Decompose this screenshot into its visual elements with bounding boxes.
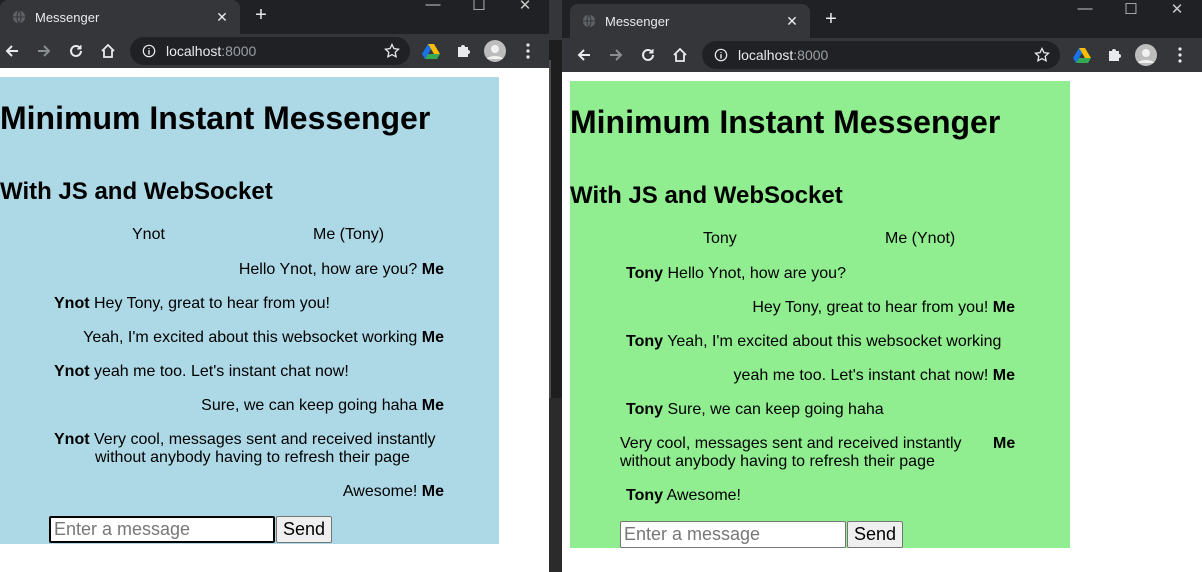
page-title: Minimum Instant Messenger [0, 100, 431, 136]
tab-strip: Messenger ✕ + — ☐ ✕ [562, 0, 1202, 38]
message-row: Ynot Very cool, messages sent and receiv… [54, 431, 436, 466]
minimize-icon[interactable]: — [410, 0, 456, 14]
message-row: Sure, we can keep going haha Me [201, 397, 444, 414]
message-row: Tony Awesome! [626, 487, 741, 504]
tab-messenger[interactable]: Messenger ✕ [570, 4, 810, 38]
browser-toolbar: localhost:8000 [0, 34, 549, 68]
extensions-puzzle-icon[interactable] [1103, 44, 1125, 66]
extensions-puzzle-icon[interactable] [452, 40, 474, 62]
browser-window-right: Messenger ✕ + — ☐ ✕ localhost:8000 Minim… [562, 0, 1202, 572]
page-subtitle: With JS and WebSocket [0, 178, 273, 205]
bookmark-star-icon[interactable] [1034, 47, 1050, 63]
menu-kebab-icon[interactable] [1169, 44, 1191, 66]
send-button[interactable]: Send [847, 521, 904, 548]
maximize-icon[interactable]: ☐ [456, 0, 502, 14]
maximize-icon[interactable]: ☐ [1108, 0, 1154, 18]
tab-messenger[interactable]: Messenger ✕ [0, 0, 240, 34]
message-row: Yeah, I'm excited about this websocket w… [83, 329, 444, 346]
column-header-other: Tony [703, 230, 737, 247]
message-row: Tony Hello Ynot, how are you? [626, 265, 846, 282]
forward-icon[interactable] [604, 43, 628, 67]
forward-icon[interactable] [32, 39, 56, 63]
page-title: Minimum Instant Messenger [570, 104, 1001, 140]
message-row: Hello Ynot, how are you? Me [238, 261, 444, 278]
message-row: Very cool, messages sent and received in… [620, 435, 1016, 470]
address-bar[interactable]: localhost:8000 [702, 41, 1060, 69]
window-controls: — ☐ ✕ [410, 0, 548, 14]
message-input[interactable] [620, 521, 846, 548]
browser-toolbar: localhost:8000 [562, 38, 1202, 72]
column-header-me: Me (Tony) [313, 226, 385, 243]
window-controls: — ☐ ✕ [1062, 0, 1200, 18]
close-window-icon[interactable]: ✕ [502, 0, 548, 14]
globe-icon [582, 14, 596, 28]
minimize-icon[interactable]: — [1062, 0, 1108, 18]
message-row: Ynot yeah me too. Let's instant chat now… [54, 363, 349, 380]
url-text: localhost:8000 [166, 43, 257, 59]
back-icon[interactable] [0, 39, 24, 63]
new-tab-icon[interactable]: + [821, 9, 841, 29]
compose-row: Send [620, 521, 904, 548]
compose-row: Send [49, 516, 333, 543]
message-row: Tony Yeah, I'm excited about this websoc… [626, 333, 1002, 350]
reload-icon[interactable] [636, 43, 660, 67]
google-drive-icon[interactable] [420, 40, 442, 62]
close-tab-icon[interactable]: ✕ [782, 13, 802, 30]
home-icon[interactable] [96, 39, 120, 63]
info-icon[interactable] [142, 44, 156, 58]
info-icon[interactable] [714, 48, 728, 62]
browser-window-left: Messenger ✕ + — ☐ ✕ localhost:8000 Minim… [0, 0, 549, 572]
message-row: Ynot Hey Tony, great to hear from you! [54, 295, 330, 312]
tab-title: Messenger [605, 13, 670, 29]
close-tab-icon[interactable]: ✕ [212, 9, 232, 26]
column-header-me: Me (Ynot) [885, 230, 956, 247]
close-window-icon[interactable]: ✕ [1154, 0, 1200, 18]
menu-kebab-icon[interactable] [517, 40, 539, 62]
messenger-page: Minimum Instant Messenger With JS and We… [0, 77, 499, 544]
globe-icon [12, 10, 26, 24]
tab-title: Messenger [35, 9, 100, 25]
google-drive-icon[interactable] [1071, 44, 1093, 66]
reload-icon[interactable] [64, 39, 88, 63]
message-row: Hey Tony, great to hear from you! Me [752, 299, 1015, 316]
profile-avatar[interactable] [484, 40, 506, 62]
back-icon[interactable] [572, 43, 596, 67]
column-header-other: Ynot [132, 226, 165, 243]
page-subtitle: With JS and WebSocket [570, 182, 843, 209]
new-tab-icon[interactable]: + [251, 5, 271, 25]
send-button[interactable]: Send [276, 516, 333, 543]
address-bar[interactable]: localhost:8000 [130, 37, 410, 65]
bookmark-star-icon[interactable] [384, 43, 400, 59]
message-input[interactable] [49, 516, 275, 543]
profile-avatar[interactable] [1135, 44, 1157, 66]
messenger-page: Minimum Instant Messenger With JS and We… [570, 81, 1070, 548]
background-window-strip [549, 0, 562, 572]
tab-strip: Messenger ✕ + — ☐ ✕ [0, 0, 549, 34]
message-row: Awesome! Me [342, 483, 444, 500]
home-icon[interactable] [668, 43, 692, 67]
message-row: Tony Sure, we can keep going haha [626, 401, 884, 418]
url-text: localhost:8000 [738, 47, 829, 63]
message-row: yeah me too. Let's instant chat now! Me [733, 367, 1015, 384]
